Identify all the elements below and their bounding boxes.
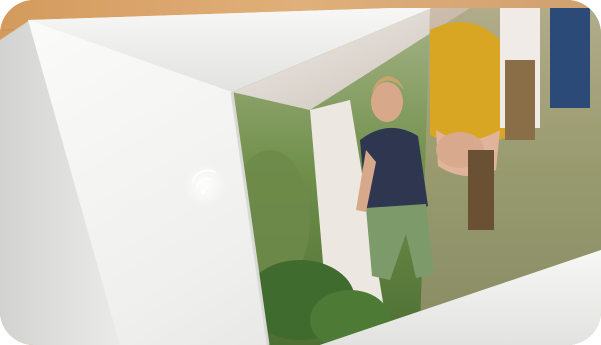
photo-card <box>0 0 601 345</box>
photo-scene <box>0 0 601 345</box>
photo-frame-illustration <box>0 0 601 345</box>
wifi-icon <box>183 164 227 208</box>
